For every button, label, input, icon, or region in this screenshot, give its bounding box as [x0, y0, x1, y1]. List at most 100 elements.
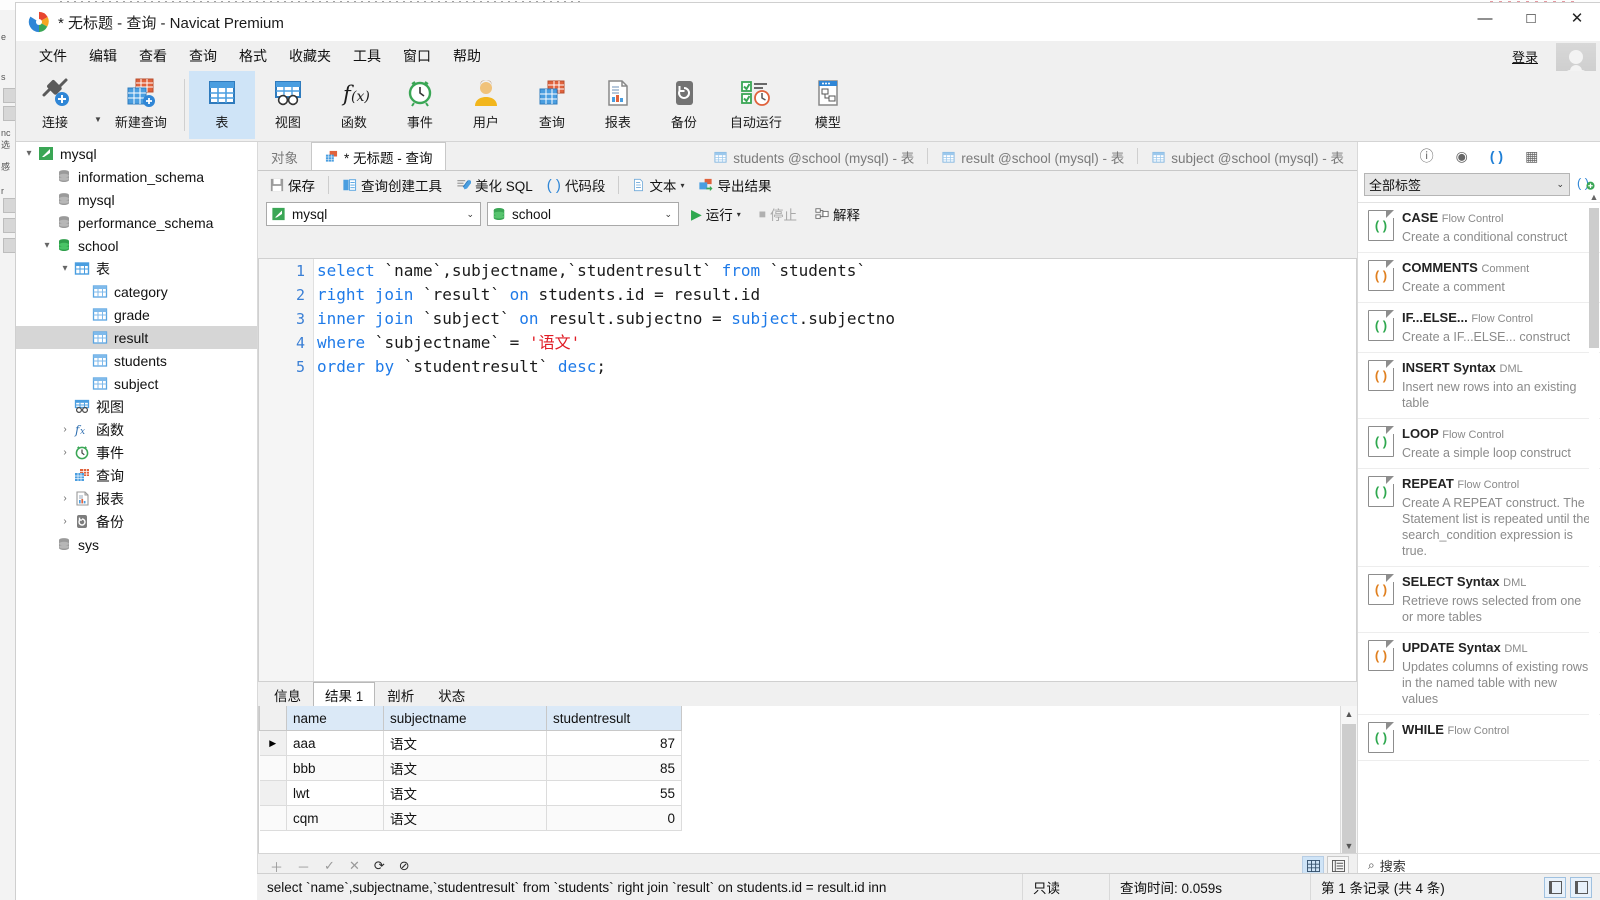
tree-node-表[interactable]: ▾ 表 [16, 257, 257, 280]
doc-tab-result[interactable]: result @school (mysql) - 表 [928, 143, 1137, 170]
tree-node-grade[interactable]: grade [16, 303, 257, 326]
grid-cell-subjectname[interactable]: 语文 [383, 780, 547, 806]
snippet-list-item[interactable]: ( ) INSERT Syntax DML Insert new rows in… [1358, 353, 1600, 419]
result-grid-scrollbar[interactable]: ▲ ▼ [1340, 706, 1357, 854]
snippet-list-item[interactable]: ( ) WHILE Flow Control [1358, 715, 1600, 761]
connection-select[interactable]: mysql ⌄ [266, 202, 481, 226]
explain-button[interactable]: 解释 [809, 201, 866, 227]
text-button[interactable]: 文本 ▾ [626, 172, 690, 198]
snippet-list-item[interactable]: ( ) COMMENTS Comment Create a comment [1358, 253, 1600, 303]
chevron-down-icon[interactable]: ▾ [737, 210, 741, 219]
table-row[interactable]: cqm 语文 0 [259, 805, 682, 831]
sql-code[interactable]: select `name`,subjectname,`studentresult… [317, 259, 1356, 681]
result-tab-profile[interactable]: 剖析 [375, 683, 426, 706]
save-button[interactable]: 保存 [264, 172, 321, 198]
grid-cell-name[interactable]: lwt [286, 780, 384, 806]
chevron-right-icon[interactable]: › [58, 424, 72, 435]
snippet-list-item[interactable]: ( ) REPEAT Flow Control Create A REPEAT … [1358, 469, 1600, 567]
preview-icon[interactable]: ◉ [1456, 148, 1468, 165]
tree-node-result[interactable]: result [16, 326, 257, 349]
menu-item-favorites[interactable]: 收藏夹 [278, 43, 342, 69]
ribbon-item-view[interactable]: 视图 [255, 71, 321, 139]
menu-item-help[interactable]: 帮助 [442, 43, 492, 69]
result-tab-result1[interactable]: 结果 1 [313, 682, 376, 706]
tree-node-performance_schema[interactable]: performance_schema [16, 211, 257, 234]
ribbon-item-new-query[interactable]: 新建查询 [102, 71, 180, 139]
scroll-up-icon[interactable]: ▲ [1341, 706, 1357, 722]
stop-loading-button[interactable]: ⊘ [399, 858, 410, 874]
ribbon-item-report[interactable]: 报表 [585, 71, 651, 139]
tree-node-函数[interactable]: › f x 函数 [16, 418, 257, 441]
doc-tab-query[interactable]: * 无标题 - 查询 [311, 142, 446, 170]
toggle-right-pane-icon[interactable] [1570, 876, 1592, 898]
grid-cell-studentresult[interactable]: 0 [546, 805, 682, 831]
sql-editor[interactable]: 1 2 3 4 5 select `name`,subjectname,`student… [258, 258, 1357, 682]
result-tab-status[interactable]: 状态 [426, 683, 477, 706]
tree-node-mysql[interactable]: mysql [16, 188, 257, 211]
result-tab-info[interactable]: 信息 [262, 683, 313, 706]
export-result-button[interactable]: 导出结果 [692, 172, 777, 198]
tree-node-报表[interactable]: › 报表 [16, 487, 257, 510]
ribbon-item-automation[interactable]: 自动运行 [717, 71, 795, 139]
menu-item-edit[interactable]: 编辑 [78, 43, 128, 69]
grid-cell-subjectname[interactable]: 语文 [383, 730, 547, 756]
menu-item-window[interactable]: 窗口 [392, 43, 442, 69]
ribbon-item-function[interactable]: f (x) 函数 [321, 71, 387, 139]
chevron-down-icon[interactable]: ⌄ [466, 209, 474, 220]
snippet-add-button[interactable]: ( ) [1576, 175, 1596, 194]
tree-node-category[interactable]: category [16, 280, 257, 303]
doc-tab-students[interactable]: students @school (mysql) - 表 [700, 143, 927, 170]
database-select[interactable]: school ⌄ [487, 202, 679, 226]
grid-cell-studentresult[interactable]: 85 [546, 755, 682, 781]
scrollbar-thumb[interactable] [1589, 208, 1599, 348]
menu-item-file[interactable]: 文件 [28, 43, 78, 69]
ribbon-item-table[interactable]: 表 [188, 71, 255, 139]
grid-cell-subjectname[interactable]: 语文 [383, 805, 547, 831]
chevron-right-icon[interactable]: › [58, 447, 72, 458]
info-icon[interactable]: ⓘ [1420, 146, 1434, 166]
tree-node-subject[interactable]: subject [16, 372, 257, 395]
snippet-list-item[interactable]: ( ) UPDATE Syntax DML Updates columns of… [1358, 633, 1600, 715]
chevron-down-icon[interactable]: ▾ [40, 240, 54, 251]
toggle-left-pane-icon[interactable] [1544, 876, 1566, 898]
table-row[interactable]: bbb 语文 85 [259, 755, 682, 781]
menu-item-query[interactable]: 查询 [178, 43, 228, 69]
table-row[interactable]: ▶ aaa 语文 87 [259, 730, 682, 756]
scroll-up-icon[interactable]: ▲ [1589, 192, 1599, 202]
tree-node-mysql[interactable]: ▾ mysql [16, 142, 257, 165]
grid-cell-name[interactable]: cqm [286, 805, 384, 831]
menu-item-format[interactable]: 格式 [228, 43, 278, 69]
chevron-down-icon[interactable]: ▾ [58, 263, 72, 274]
run-button[interactable]: ▶ 运行 ▾ [685, 201, 747, 227]
menu-item-view[interactable]: 查看 [128, 43, 178, 69]
chevron-right-icon[interactable]: › [58, 516, 72, 527]
scrollbar-thumb[interactable] [1342, 724, 1356, 854]
tree-node-查询[interactable]: 查询 [16, 464, 257, 487]
minimize-button[interactable]: — [1462, 3, 1508, 33]
chevron-down-icon[interactable]: ▼ [94, 115, 102, 124]
snippet-tag-select[interactable]: 全部标签 ⌄ [1364, 172, 1570, 196]
tree-node-information_schema[interactable]: information_schema [16, 165, 257, 188]
maximize-button[interactable]: □ [1508, 3, 1554, 33]
code-snippet-button[interactable]: ( ) 代码段 [541, 172, 612, 198]
ribbon-item-connection[interactable]: 连接 [16, 71, 94, 139]
chevron-right-icon[interactable]: › [58, 493, 72, 504]
chevron-down-icon[interactable]: ⌄ [664, 209, 672, 220]
tree-node-students[interactable]: students [16, 349, 257, 372]
snippet-list-item[interactable]: ( ) IF...ELSE... Flow Control Create a I… [1358, 303, 1600, 353]
ribbon-item-model[interactable]: 模型 [795, 71, 861, 139]
result-grid-wrapper[interactable]: name subjectname studentresult ▶ aaa 语文 87 bbb 语… [258, 706, 1357, 854]
tree-node-备份[interactable]: › 备份 [16, 510, 257, 533]
grid-cell-name[interactable]: bbb [286, 755, 384, 781]
ribbon-item-query[interactable]: 查询 [519, 71, 585, 139]
ribbon-item-backup[interactable]: 备份 [651, 71, 717, 139]
snippet-list-item[interactable]: ( ) LOOP Flow Control Create a simple lo… [1358, 419, 1600, 469]
grid-cell-studentresult[interactable]: 87 [546, 730, 682, 756]
object-tree[interactable]: ▾ mysql information_schema mysql performance… [16, 142, 258, 900]
tree-node-sys[interactable]: sys [16, 533, 257, 556]
close-button[interactable]: ✕ [1554, 3, 1600, 33]
tree-node-视图[interactable]: 视图 [16, 395, 257, 418]
snippet-list-item[interactable]: ( ) CASE Flow Control Create a condition… [1358, 203, 1600, 253]
ribbon-item-event[interactable]: 事件 [387, 71, 453, 139]
login-link[interactable]: 登录 [1512, 47, 1538, 66]
